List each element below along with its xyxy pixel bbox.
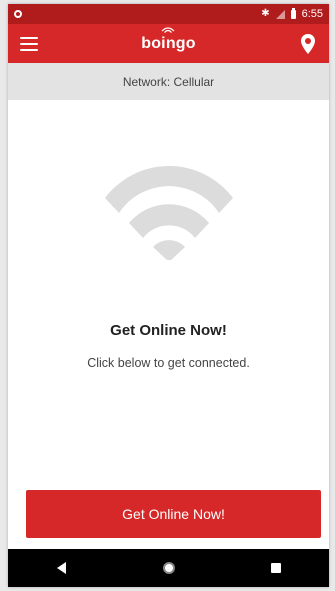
brand-name: boingo (141, 34, 196, 52)
get-online-button[interactable]: Get Online Now! (26, 490, 321, 538)
back-button[interactable] (42, 553, 82, 583)
recents-button[interactable] (256, 553, 296, 583)
app-bar: boingo (8, 24, 329, 63)
battery-icon (290, 7, 296, 19)
bluetooth-icon: ✱ (261, 8, 270, 19)
hamburger-menu-icon[interactable] (20, 36, 38, 51)
back-icon (57, 562, 66, 574)
recents-icon (270, 563, 281, 573)
wifi-icon (105, 166, 233, 260)
headline: Get Online Now! (110, 322, 227, 339)
notification-dot-icon (14, 10, 22, 18)
android-nav-bar (8, 549, 329, 587)
network-status-bar: Network: Cellular (8, 63, 329, 100)
network-label: Network: Cellular (122, 74, 215, 89)
home-icon (162, 562, 175, 574)
subheading: Click below to get connected. (87, 356, 250, 370)
signal-icon (275, 9, 285, 19)
home-button[interactable] (149, 553, 189, 583)
status-time: 6:55 (301, 8, 323, 20)
status-bar: ✱ 6:55 (8, 4, 329, 24)
brand-logo: boingo (141, 26, 196, 53)
phone-screen: ✱ 6:55 boingo Network: Cellular Get Onli (8, 4, 329, 587)
logo-wifi-icon (162, 26, 175, 33)
location-pin-icon[interactable] (299, 33, 317, 55)
